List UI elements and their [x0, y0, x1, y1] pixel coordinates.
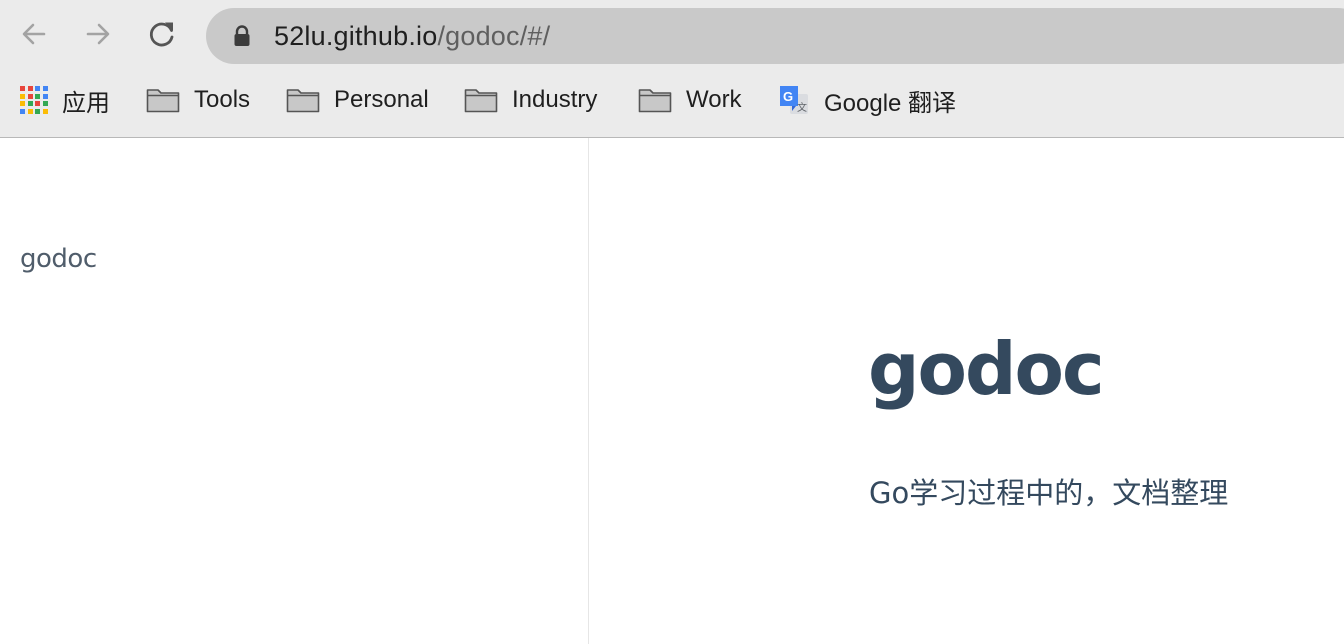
arrow-left-icon [22, 23, 46, 45]
bookmark-apps[interactable]: 应用 [20, 80, 110, 120]
bookmark-folder-work[interactable]: Work [638, 80, 742, 120]
svg-text:文: 文 [797, 101, 807, 114]
svg-text:G: G [783, 89, 793, 104]
apps-grid-icon [20, 86, 48, 114]
address-bar[interactable]: 52lu.github.io/godoc/#/ [206, 8, 1344, 64]
folder-icon [146, 89, 180, 113]
bookmark-folder-personal[interactable]: Personal [286, 80, 429, 120]
sidebar: godoc [0, 138, 589, 644]
bookmark-label: Industry [512, 86, 598, 113]
cover-title: godoc [868, 327, 1105, 411]
bookmark-label: Work [686, 86, 742, 113]
main-content: godoc Go学习过程中的，文档整理 [590, 138, 1344, 644]
folder-icon [286, 89, 320, 113]
url-host: 52lu.github.io [274, 21, 438, 51]
bookmark-folder-tools[interactable]: Tools [146, 80, 250, 120]
bookmark-label: Personal [334, 86, 429, 113]
bookmark-label: Google 翻译 [824, 89, 957, 117]
bookmarks-bar: 应用 Tools Personal Industry Work G 文 Goog… [0, 74, 1344, 126]
reload-button[interactable] [142, 14, 182, 54]
back-button[interactable] [14, 14, 54, 54]
folder-icon [464, 89, 498, 113]
bookmark-folder-industry[interactable]: Industry [464, 80, 597, 120]
forward-button[interactable] [78, 14, 118, 54]
bookmark-google-translate[interactable]: G 文 Google 翻译 [778, 80, 956, 120]
browser-chrome: 52lu.github.io/godoc/#/ 应用 Tools Persona… [0, 0, 1344, 138]
url-text[interactable]: 52lu.github.io/godoc/#/ [274, 21, 550, 51]
cover-subtitle: Go学习过程中的，文档整理 [869, 476, 1229, 510]
lock-icon[interactable] [230, 24, 254, 48]
url-path: /godoc/#/ [437, 21, 551, 51]
arrow-right-icon [86, 23, 110, 45]
folder-icon [638, 89, 672, 113]
sidebar-app-name[interactable]: godoc [20, 244, 97, 274]
bookmark-label: Tools [194, 86, 251, 113]
google-translate-icon: G 文 [780, 86, 808, 114]
browser-toolbar: 52lu.github.io/godoc/#/ [0, 0, 1344, 70]
reload-icon [149, 22, 174, 47]
bookmark-label: 应用 [62, 89, 110, 117]
